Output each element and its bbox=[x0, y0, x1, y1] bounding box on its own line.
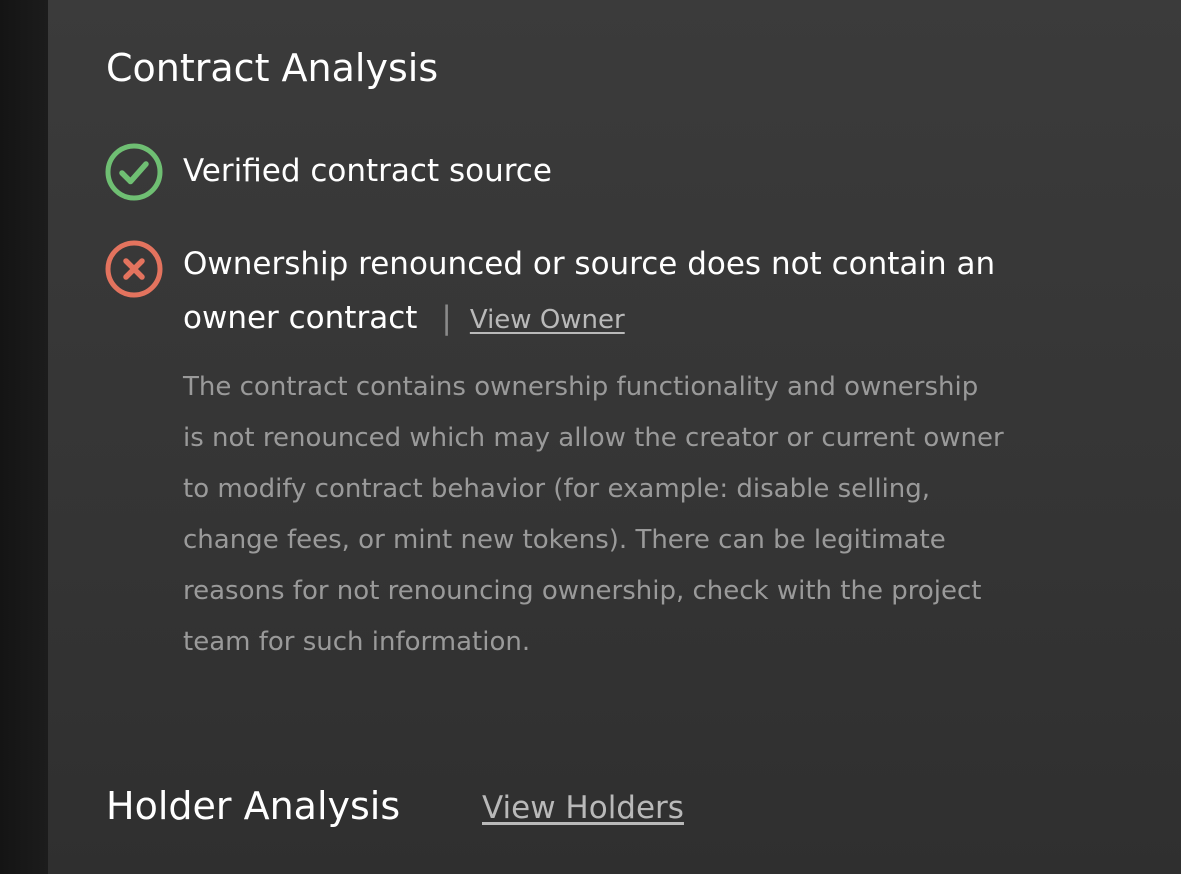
left-sidebar-edge bbox=[0, 0, 48, 874]
ownership-label-line1: Ownership renounced or source does not c… bbox=[183, 246, 996, 282]
ownership-label-line2: owner contract bbox=[183, 300, 418, 336]
description-line: The contract contains ownership function… bbox=[183, 372, 979, 402]
view-holders-link[interactable]: View Holders bbox=[482, 790, 684, 826]
contract-analysis-title: Contract Analysis bbox=[106, 46, 439, 90]
ownership-check: Ownership renounced or source does not c… bbox=[183, 237, 995, 347]
analysis-panel: Contract Analysis Verified contract sour… bbox=[48, 0, 1181, 874]
description-line: team for such information. bbox=[183, 627, 531, 657]
description-line: change fees, or mint new tokens). There … bbox=[183, 525, 946, 555]
description-line: to modify contract behavior (for example… bbox=[183, 474, 931, 504]
view-owner-link[interactable]: View Owner bbox=[470, 305, 625, 335]
holder-analysis-title: Holder Analysis bbox=[106, 784, 401, 828]
x-circle-icon bbox=[105, 240, 163, 298]
description-line: is not renounced which may allow the cre… bbox=[183, 423, 1004, 453]
verified-source-label: Verified contract source bbox=[183, 153, 552, 189]
description-line: reasons for not renouncing ownership, ch… bbox=[183, 576, 982, 606]
separator: | bbox=[441, 300, 452, 336]
ownership-description: The contract contains ownership function… bbox=[183, 362, 1004, 668]
check-circle-icon bbox=[105, 143, 163, 201]
